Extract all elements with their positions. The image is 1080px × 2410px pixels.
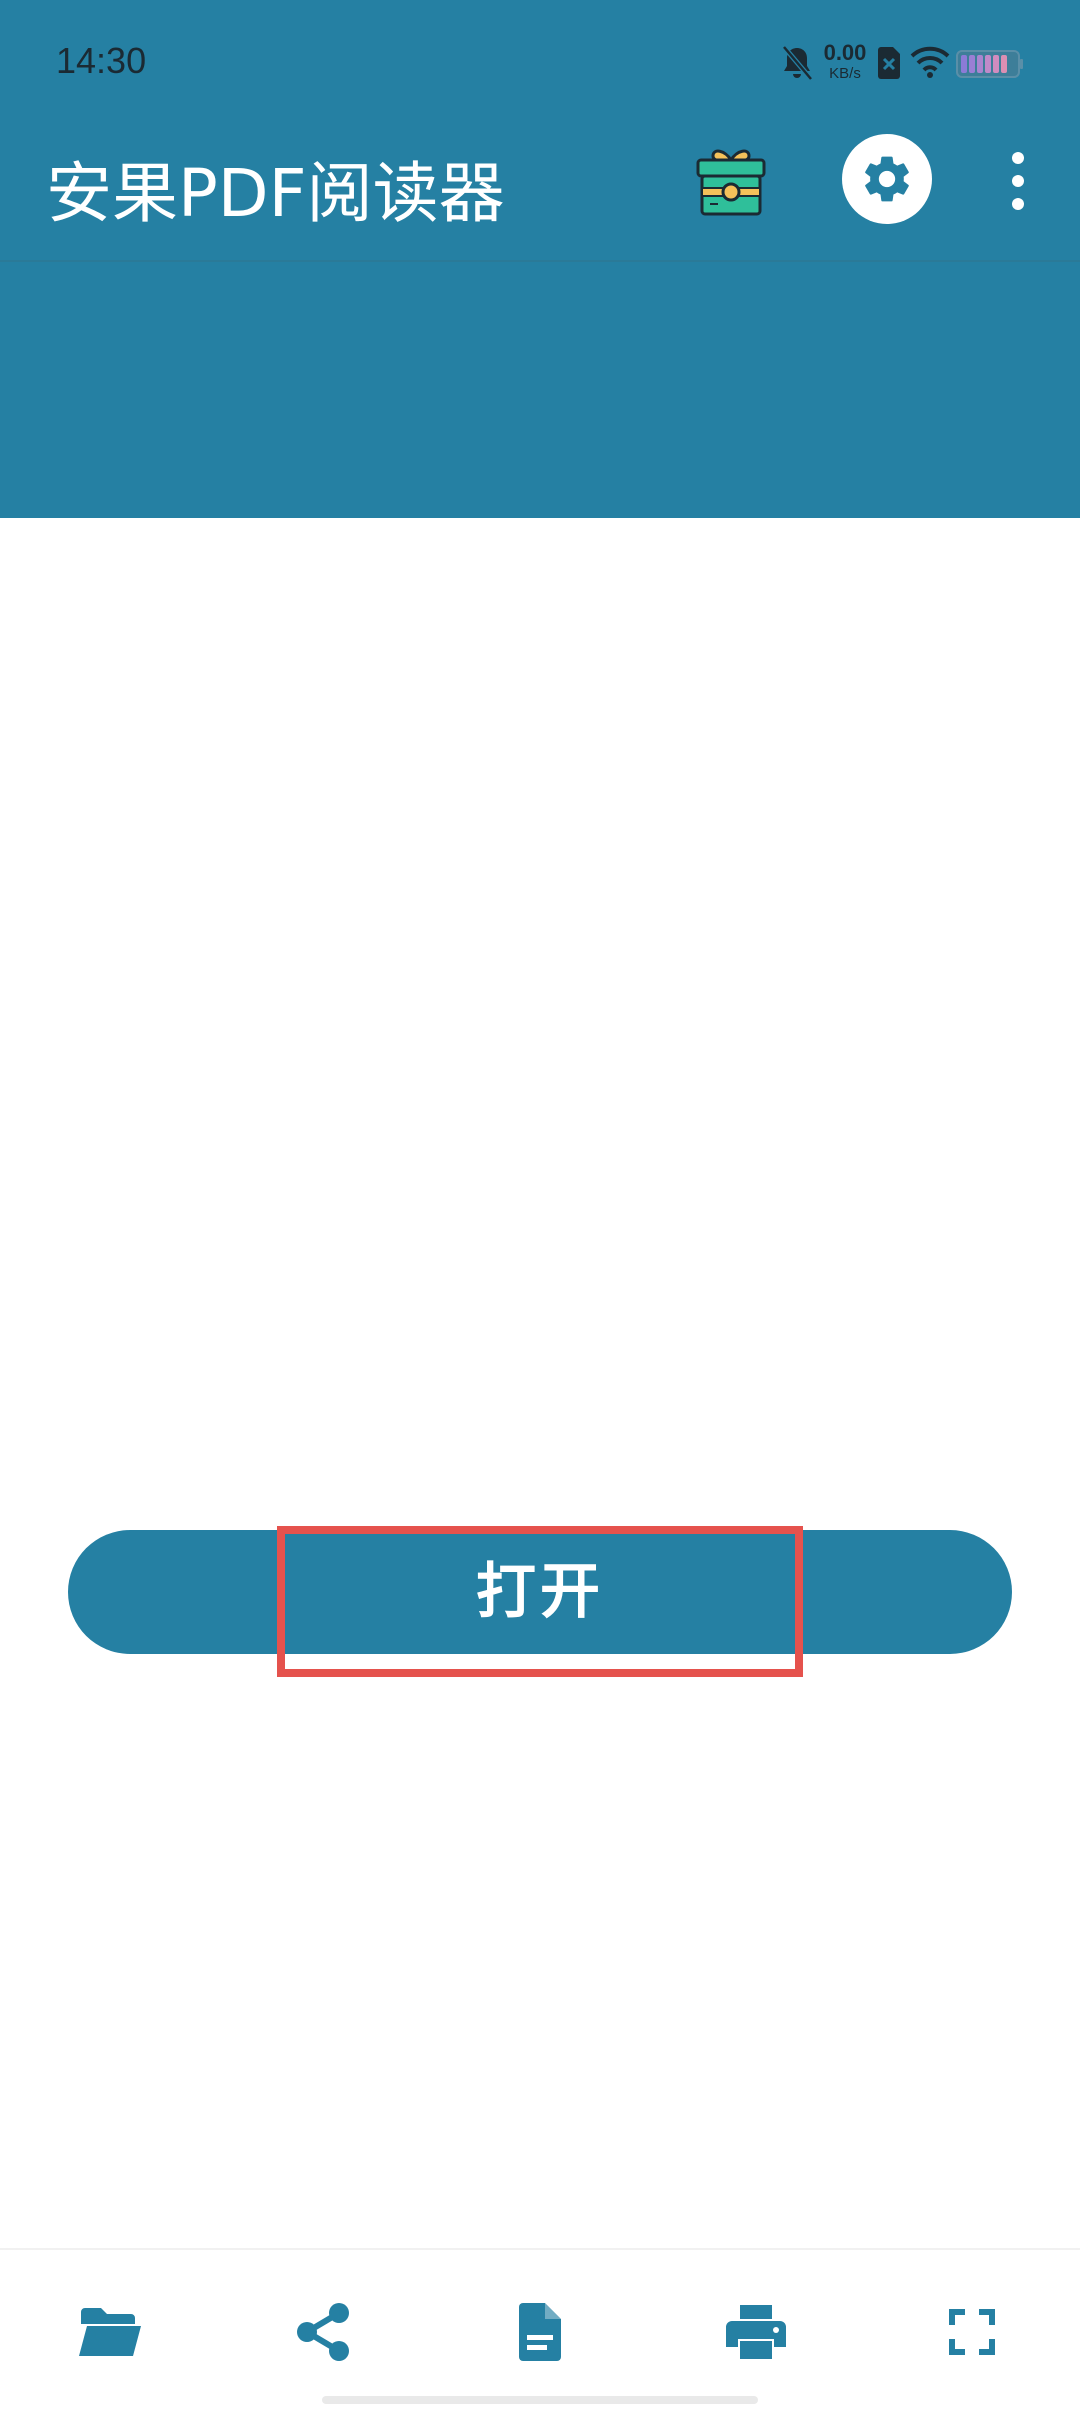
folder-icon [79,2308,141,2356]
print-icon [726,2305,786,2359]
net-speed-value: 0.00 [823,40,867,65]
status-bar: 14:30 0.00 KB/s [0,0,1080,130]
app-bar: 安果PDF阅读器 [0,130,1080,262]
print-button[interactable] [716,2292,796,2372]
document-button[interactable] [500,2292,580,2372]
fullscreen-button[interactable] [932,2292,1012,2372]
more-vertical-icon[interactable] [1000,148,1036,214]
app-title: 安果PDF阅读器 [46,155,505,232]
sim-off-icon [878,47,900,79]
wifi-icon [910,46,950,78]
fullscreen-icon [949,2309,995,2355]
gift-icon[interactable] [688,138,774,224]
share-button[interactable] [284,2292,364,2372]
gear-icon [865,156,909,202]
share-icon [297,2303,349,2361]
bottom-toolbar [0,2248,1080,2410]
net-speed: 0.00 KB/s [820,40,870,82]
bell-muted-icon [782,45,813,81]
document-icon [519,2303,561,2361]
highlight-box [277,1526,803,1677]
battery-icon [956,50,1023,78]
home-indicator[interactable] [322,2396,758,2404]
open-folder-button[interactable] [70,2292,150,2372]
net-speed-unit: KB/s [829,65,861,82]
settings-button[interactable] [842,134,932,224]
status-time: 14:30 [56,40,147,81]
